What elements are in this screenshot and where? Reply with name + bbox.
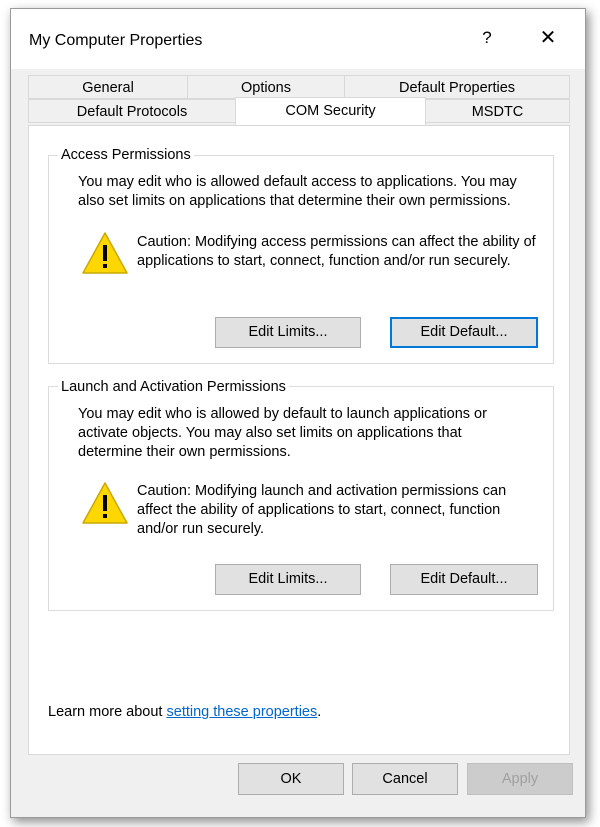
apply-button[interactable]: Apply <box>467 763 573 795</box>
access-edit-limits-button[interactable]: Edit Limits... <box>215 317 361 348</box>
access-edit-default-button[interactable]: Edit Default... <box>390 317 538 348</box>
close-button[interactable]: ✕ <box>526 21 570 55</box>
learn-more-link[interactable]: setting these properties <box>167 704 318 720</box>
learn-more-prefix: Learn more about <box>48 704 167 720</box>
tab-msdtc[interactable]: MSDTC <box>425 99 570 123</box>
launch-permissions-title: Launch and Activation Permissions <box>58 379 289 395</box>
access-permissions-title: Access Permissions <box>58 147 194 163</box>
ok-button[interactable]: OK <box>238 763 344 795</box>
learn-more-line: Learn more about setting these propertie… <box>48 703 321 722</box>
launch-description: You may edit who is allowed by default t… <box>78 406 487 460</box>
tab-default-protocols[interactable]: Default Protocols <box>28 99 236 123</box>
tab-general[interactable]: General <box>28 75 188 99</box>
launch-edit-default-button[interactable]: Edit Default... <box>390 564 538 595</box>
launch-caution-text: Caution: Modifying launch and activation… <box>137 483 507 537</box>
cancel-button[interactable]: Cancel <box>352 763 458 795</box>
warning-icon <box>82 232 128 274</box>
window-title: My Computer Properties <box>29 32 203 49</box>
tab-com-security[interactable]: COM Security <box>235 97 426 125</box>
warning-icon <box>82 482 128 524</box>
tab-default-properties[interactable]: Default Properties <box>344 75 570 99</box>
tab-options[interactable]: Options <box>187 75 345 99</box>
com-security-panel: Access Permissions You may edit who is a… <box>28 125 570 755</box>
title-bar: My Computer Properties ? ✕ <box>11 9 585 69</box>
properties-dialog: My Computer Properties ? ✕ General Optio… <box>10 8 586 818</box>
access-description: You may edit who is allowed default acce… <box>78 174 517 209</box>
learn-more-suffix: . <box>317 704 322 720</box>
help-button[interactable]: ? <box>466 21 508 55</box>
launch-edit-limits-button[interactable]: Edit Limits... <box>215 564 361 595</box>
access-caution-text: Caution: Modifying access permissions ca… <box>137 234 536 269</box>
